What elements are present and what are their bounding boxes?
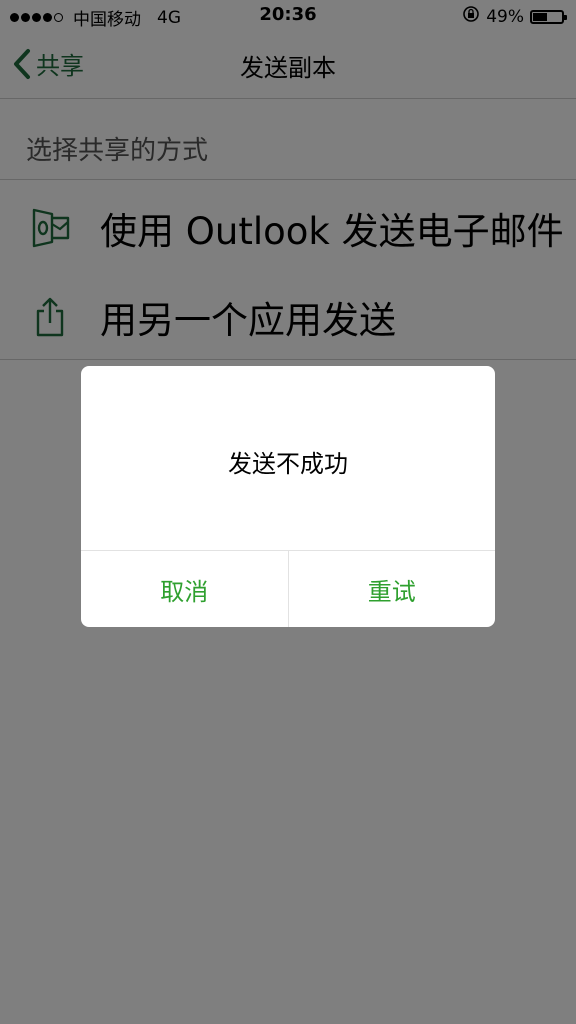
cancel-button[interactable]: 取消 [81,551,289,627]
retry-button[interactable]: 重试 [289,551,496,627]
dialog-buttons: 取消 重试 [81,551,495,627]
alert-message: 发送不成功 [228,450,348,478]
alert-dialog: 发送不成功 取消 重试 [81,366,495,627]
